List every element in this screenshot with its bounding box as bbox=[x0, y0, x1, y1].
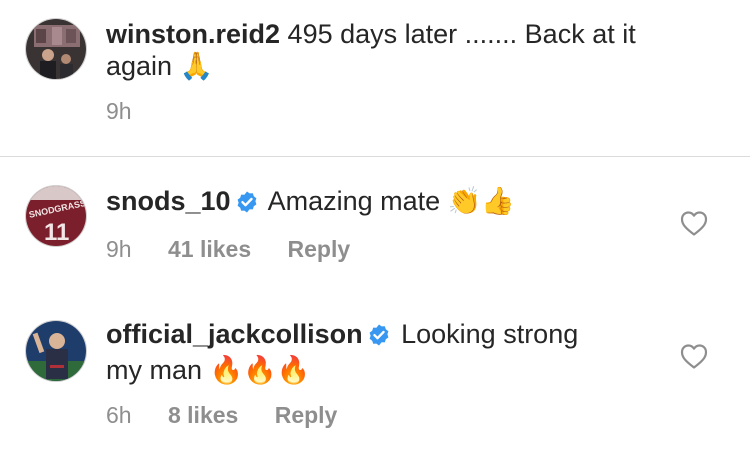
comment-body-line2: my man bbox=[106, 355, 203, 385]
reply-button[interactable]: Reply bbox=[275, 401, 338, 429]
comment-likes[interactable]: 8 likes bbox=[168, 401, 238, 429]
folded-hands-emoji: 🙏 bbox=[179, 51, 214, 81]
caption-timestamp: 9h bbox=[106, 98, 132, 124]
fire-emoji: 🔥🔥🔥 bbox=[209, 355, 311, 385]
comment-text: official_jackcollison Looking strong my … bbox=[106, 318, 578, 386]
reply-button[interactable]: Reply bbox=[288, 235, 351, 263]
comment-text: snods_10 Amazing mate 👏👍 bbox=[106, 185, 515, 221]
comment-meta: 9h 41 likes Reply bbox=[106, 235, 350, 263]
comment-timestamp: 9h bbox=[106, 236, 132, 262]
caption-username[interactable]: winston.reid2 bbox=[106, 19, 280, 49]
caption-body-line2: again bbox=[106, 51, 173, 81]
divider bbox=[0, 156, 750, 157]
verified-badge-icon bbox=[235, 189, 259, 221]
verified-badge-icon bbox=[367, 322, 391, 354]
avatar-jackcollison[interactable] bbox=[25, 320, 87, 382]
comment-username[interactable]: snods_10 bbox=[106, 186, 231, 216]
clap-thumbs-emoji: 👏👍 bbox=[447, 186, 515, 216]
comment-timestamp: 6h bbox=[106, 402, 132, 428]
caption-body: 495 days later ....... Back at it bbox=[287, 19, 636, 49]
avatar-jersey-number: 11 bbox=[44, 219, 69, 246]
avatar-snods[interactable]: SNODGRASS 11 bbox=[25, 185, 87, 247]
post-caption: winston.reid2 495 days later ....... Bac… bbox=[0, 0, 750, 157]
comment-body: Amazing mate bbox=[267, 186, 441, 216]
comment-username[interactable]: official_jackcollison bbox=[106, 319, 363, 349]
caption-meta: 9h bbox=[106, 97, 132, 125]
comment-body: Looking strong bbox=[401, 319, 579, 349]
comment-likes[interactable]: 41 likes bbox=[168, 235, 251, 263]
avatar-winston-reid[interactable] bbox=[25, 18, 87, 80]
heart-outline-icon[interactable] bbox=[680, 343, 708, 369]
comment-meta: 6h 8 likes Reply bbox=[106, 401, 337, 429]
heart-outline-icon[interactable] bbox=[680, 210, 708, 236]
caption-text: winston.reid2 495 days later ....... Bac… bbox=[106, 18, 636, 82]
